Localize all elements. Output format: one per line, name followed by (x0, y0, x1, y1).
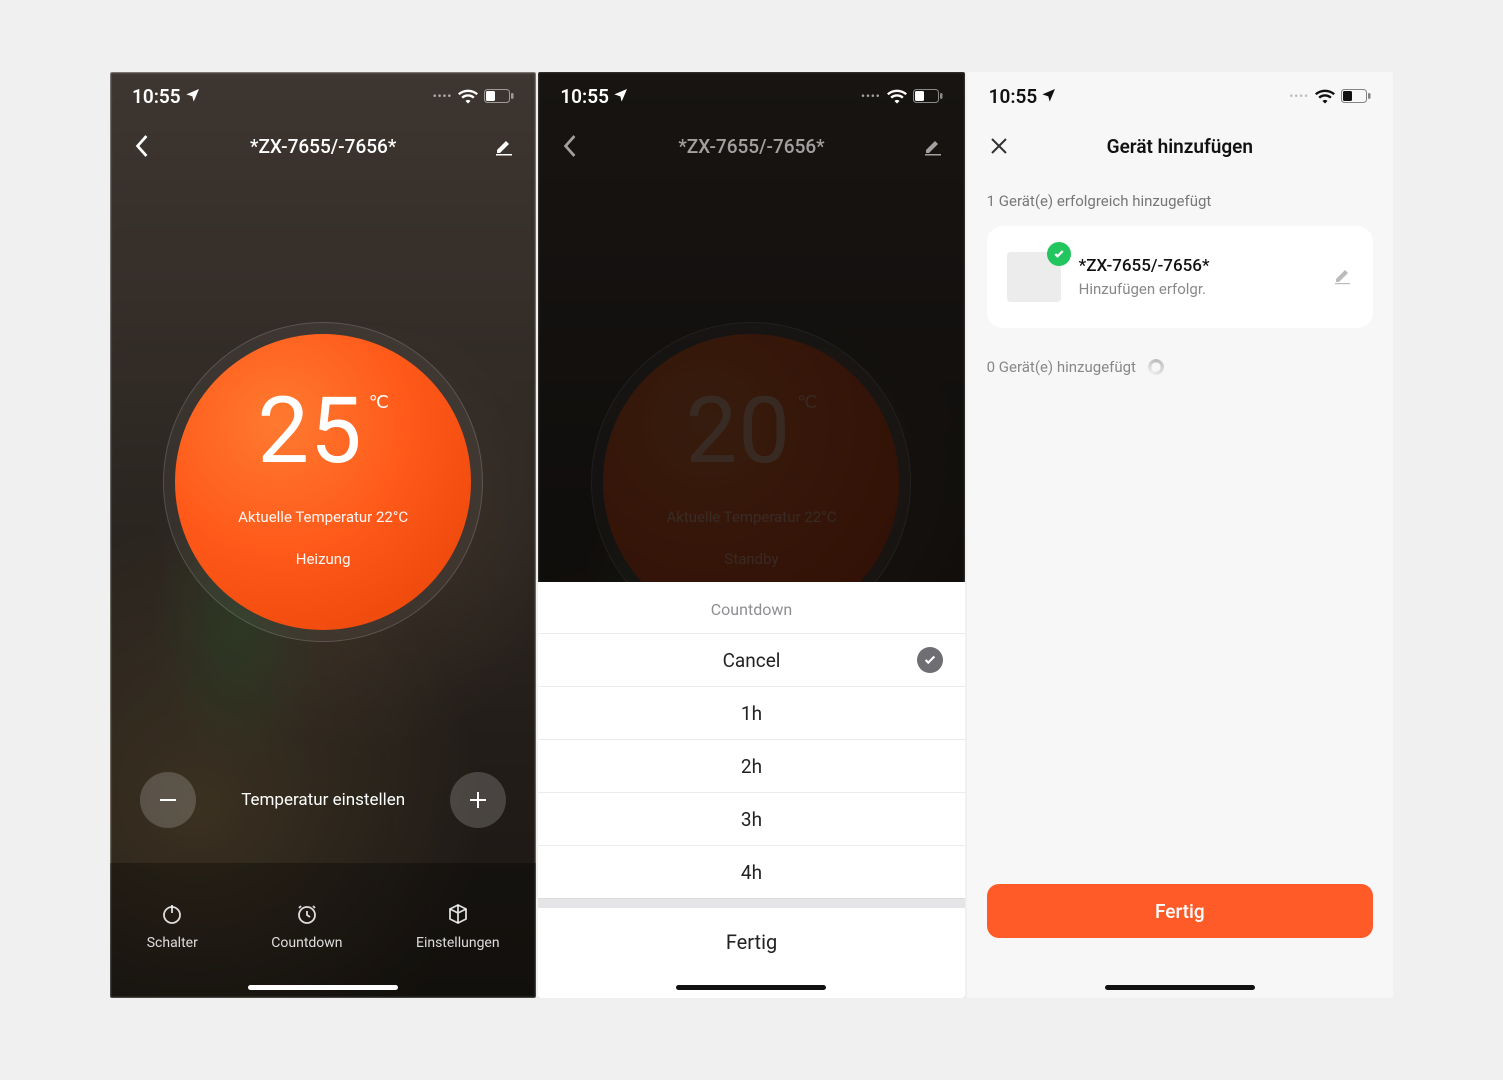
edit-button[interactable] (488, 130, 520, 162)
set-temp-label: Temperatur einstellen (241, 790, 405, 810)
cellular-dots-icon: •••• (433, 90, 453, 103)
option-label: 4h (741, 861, 762, 884)
set-temp-value: 25 (257, 386, 362, 478)
spinner-icon (1148, 359, 1164, 375)
status-bar: 10:55 •••• (967, 72, 1393, 120)
option-label: 2h (741, 755, 762, 778)
home-indicator[interactable] (1105, 985, 1255, 990)
wifi-icon (458, 88, 478, 104)
option-label: Cancel (723, 649, 781, 672)
back-button (554, 130, 586, 162)
sheet-done-button[interactable]: Fertig (538, 908, 964, 976)
done-label: Fertig (726, 930, 777, 954)
location-icon (613, 85, 629, 108)
device-name: *ZX-7655/-7656* (1079, 256, 1315, 276)
page-title: Gerät hinzufügen (1107, 135, 1253, 158)
countdown-option-2h[interactable]: 2h (538, 739, 964, 792)
tab-switch-label: Schalter (147, 935, 198, 951)
screen-thermostat: 10:55 •••• *ZX-7655/-7656* 25 (110, 72, 536, 998)
countdown-option-4h[interactable]: 4h (538, 845, 964, 898)
device-card: *ZX-7655/-7656* Hinzufügen erfolgr. (987, 226, 1373, 328)
countdown-option-cancel[interactable]: Cancel (538, 633, 964, 686)
wifi-icon (1315, 88, 1335, 104)
tab-settings[interactable]: Einstellungen (416, 901, 500, 951)
battery-icon (484, 89, 514, 103)
tab-settings-label: Einstellungen (416, 935, 500, 951)
device-thumbnail (1007, 252, 1061, 302)
nav-header: *ZX-7655/-7656* (538, 120, 964, 172)
decrease-temp-button[interactable] (140, 772, 196, 828)
countdown-option-1h[interactable]: 1h (538, 686, 964, 739)
device-status: Hinzufügen erfolgr. (1079, 280, 1315, 298)
status-time: 10:55 (989, 85, 1038, 108)
sheet-title: Countdown (538, 582, 964, 633)
checkmark-icon (917, 647, 943, 673)
nav-header: Gerät hinzufügen (967, 120, 1393, 172)
page-title: *ZX-7655/-7656* (250, 135, 396, 158)
home-indicator[interactable] (248, 985, 398, 990)
rename-device-button[interactable] (1333, 265, 1353, 289)
pending-count-label: 0 Gerät(e) hinzugefügt (987, 358, 1136, 376)
status-bar: 10:55 •••• (538, 72, 964, 120)
back-button[interactable] (126, 130, 158, 162)
status-time: 10:55 (560, 85, 609, 108)
countdown-options: Cancel 1h 2h 3h 4h (538, 633, 964, 898)
bottom-bar: Schalter Countdown Einstellungen (110, 863, 536, 998)
battery-icon (913, 89, 943, 103)
current-temp-label: Aktuelle Temperatur 22°C (238, 508, 408, 526)
increase-temp-button[interactable] (450, 772, 506, 828)
location-icon (185, 85, 201, 108)
sheet-divider (538, 898, 964, 908)
page-title: *ZX-7655/-7656* (678, 135, 824, 158)
option-label: 3h (741, 808, 762, 831)
battery-icon (1341, 89, 1371, 103)
location-icon (1041, 85, 1057, 108)
success-count-label: 1 Gerät(e) erfolgreich hinzugefügt (967, 172, 1393, 220)
temp-unit: ℃ (369, 392, 389, 413)
screen-countdown: 10:55 •••• *ZX-7655/-7656* 20 (538, 72, 964, 998)
home-indicator[interactable] (676, 985, 826, 990)
wifi-icon (887, 88, 907, 104)
done-button[interactable]: Fertig (987, 884, 1373, 938)
temperature-dial[interactable]: 25 ℃ Aktuelle Temperatur 22°C Heizung (163, 322, 483, 642)
pending-line: 0 Gerät(e) hinzugefügt (967, 328, 1393, 376)
timer-icon (294, 901, 320, 927)
temperature-set-row: Temperatur einstellen (110, 772, 536, 828)
tab-switch[interactable]: Schalter (147, 901, 198, 951)
countdown-sheet: Countdown Cancel 1h 2h 3h 4h Fertig (538, 582, 964, 998)
tab-countdown-label: Countdown (271, 935, 342, 951)
mode-label: Heizung (296, 550, 351, 568)
status-bar: 10:55 •••• (110, 72, 536, 120)
tab-countdown[interactable]: Countdown (271, 901, 342, 951)
done-label: Fertig (1155, 900, 1205, 923)
cellular-dots-icon: •••• (1289, 90, 1309, 103)
success-badge-icon (1047, 242, 1071, 266)
cellular-dots-icon: •••• (861, 90, 881, 103)
status-time: 10:55 (132, 85, 181, 108)
nav-header: *ZX-7655/-7656* (110, 120, 536, 172)
screen-add-device: 10:55 •••• Gerät hinzufügen 1 Gerät(e) e… (967, 72, 1393, 998)
cube-icon (445, 901, 471, 927)
option-label: 1h (741, 702, 762, 725)
countdown-option-3h[interactable]: 3h (538, 792, 964, 845)
edit-button (917, 130, 949, 162)
power-icon (159, 901, 185, 927)
close-button[interactable] (983, 130, 1015, 162)
